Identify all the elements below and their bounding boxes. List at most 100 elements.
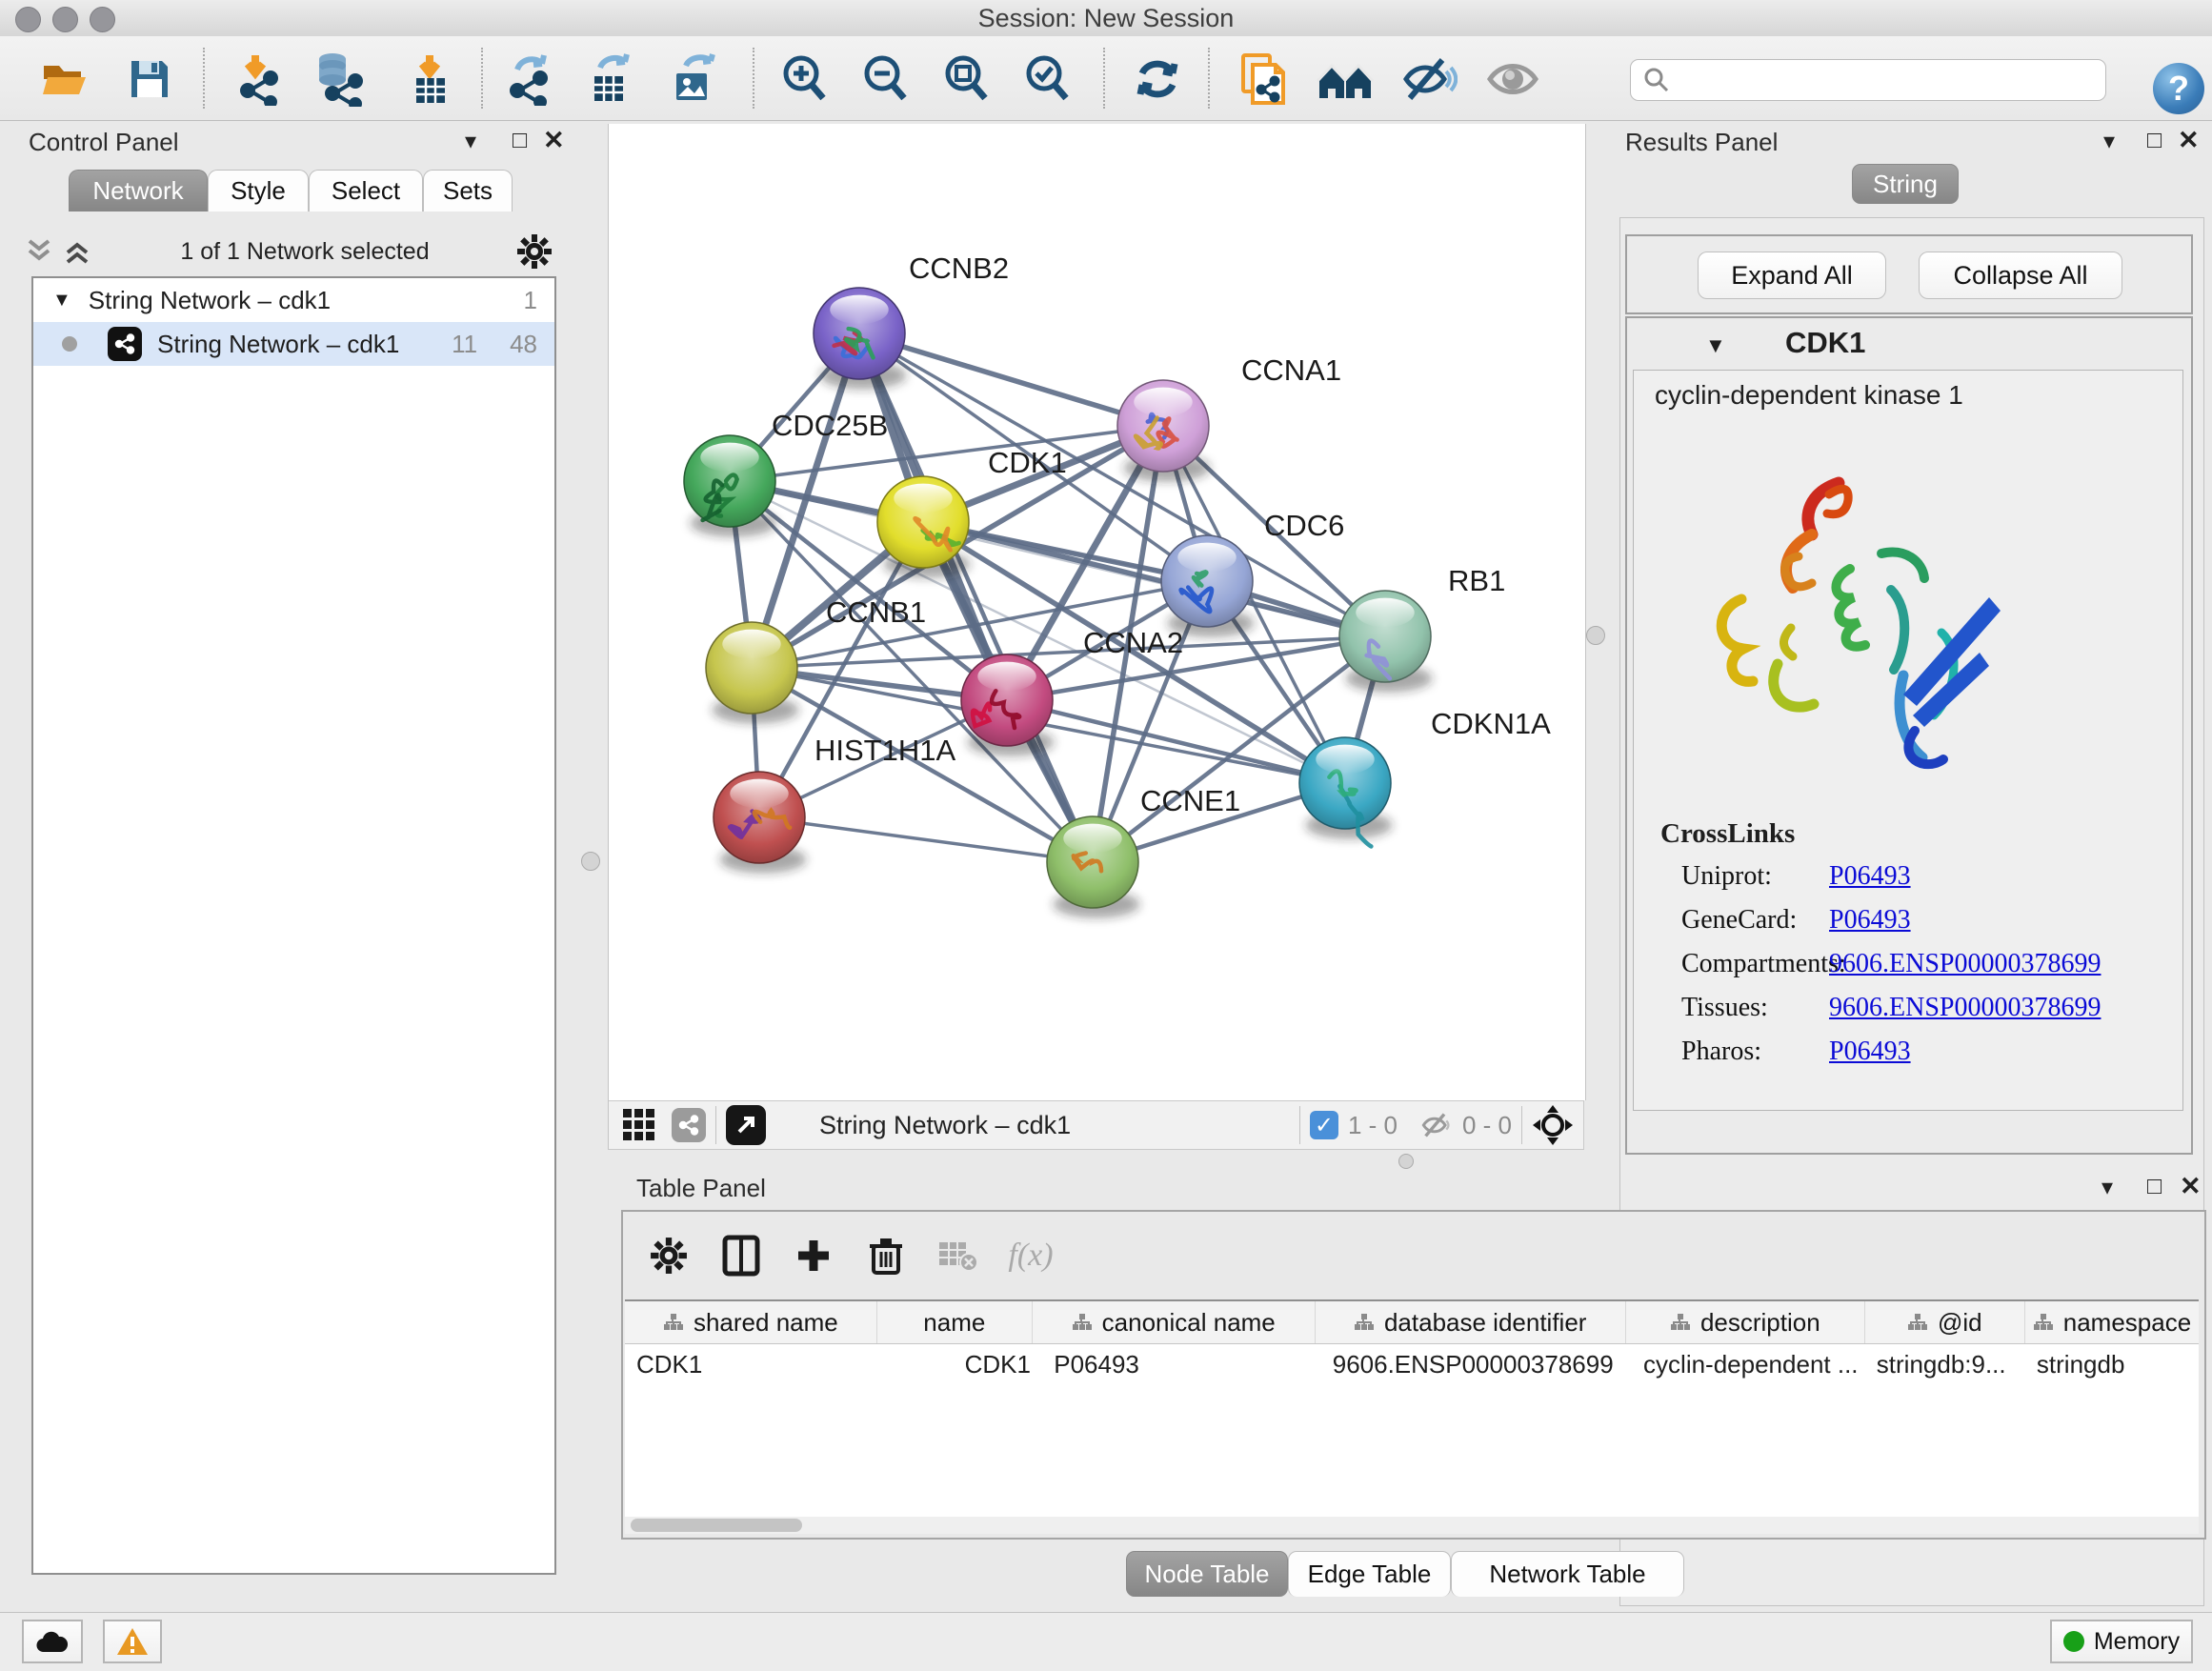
birdseye-view-icon[interactable] [672, 1108, 706, 1142]
cell-description[interactable]: cyclin-dependent ... [1626, 1344, 1865, 1384]
grid-view-icon[interactable] [620, 1106, 658, 1144]
network-collection-row[interactable]: ▼ String Network – cdk1 1 [33, 278, 554, 322]
panel-close-icon[interactable]: ✕ [543, 126, 565, 155]
network-graph[interactable]: CCNB2CCNA1CDC25BCDK1CDC6RB1CCNB1CCNA2CDK… [609, 124, 1585, 1100]
crosslink-link[interactable]: 9606.ENSP00000378699 [1829, 949, 2101, 979]
table-row[interactable]: CDK1 CDK1 P06493 9606.ENSP00000378699 cy… [625, 1344, 2199, 1384]
cell-id[interactable]: stringdb:9... [1865, 1344, 2025, 1384]
show-columns-button[interactable] [713, 1227, 770, 1284]
column-header[interactable]: shared name [625, 1301, 877, 1343]
node-label-CCNE1: CCNE1 [1140, 784, 1240, 817]
tab-node-table[interactable]: Node Table [1126, 1551, 1288, 1597]
tab-select[interactable]: Select [309, 170, 423, 211]
column-label: name [923, 1308, 985, 1338]
left-splitter-handle[interactable] [581, 852, 600, 871]
collapse-all-icon[interactable] [23, 237, 55, 266]
cell-database-identifier[interactable]: 9606.ENSP00000378699 [1316, 1344, 1626, 1384]
card-collapse-caret-icon[interactable]: ▼ [1705, 333, 1726, 358]
tab-sets[interactable]: Sets [423, 170, 513, 211]
table-settings-button[interactable] [640, 1227, 697, 1284]
cell-namespace[interactable]: stringdb [2025, 1344, 2199, 1384]
import-network-button[interactable] [229, 50, 290, 109]
clone-network-button[interactable] [1233, 50, 1294, 109]
network-row[interactable]: String Network – cdk1 11 48 [33, 322, 554, 366]
save-session-button[interactable] [119, 50, 180, 109]
expand-all-icon[interactable] [61, 237, 93, 266]
network-node-HIST1H1A[interactable]: HIST1H1A [714, 734, 955, 874]
right-splitter-handle[interactable] [1586, 626, 1605, 645]
panel-menu-caret-icon[interactable]: ▾ [2103, 128, 2115, 155]
network-node-CCNA1[interactable]: CCNA1 [1117, 353, 1341, 482]
column-header[interactable]: canonical name [1033, 1301, 1316, 1343]
column-header[interactable]: @id [1865, 1301, 2025, 1343]
collapse-all-button[interactable]: Collapse All [1919, 252, 2122, 299]
network-canvas[interactable]: CCNB2CCNA1CDC25BCDK1CDC6RB1CCNB1CCNA2CDK… [608, 124, 1586, 1100]
tab-string[interactable]: String [1852, 164, 1959, 204]
panel-float-icon[interactable]: □ [2147, 127, 2162, 154]
crosslink-link[interactable]: P06493 [1829, 905, 1911, 936]
show-hidden-button[interactable] [1482, 50, 1543, 109]
panel-float-icon[interactable]: □ [2147, 1173, 2162, 1200]
warnings-button[interactable] [103, 1620, 162, 1663]
export-table-button[interactable] [579, 50, 640, 109]
apply-layout-button[interactable] [1127, 50, 1188, 109]
column-header[interactable]: database identifier [1316, 1301, 1626, 1343]
bottom-splitter-handle[interactable] [1398, 1154, 1414, 1169]
import-table-button[interactable] [399, 50, 460, 109]
zoom-out-button[interactable] [855, 50, 916, 109]
column-header[interactable]: name [877, 1301, 1033, 1343]
column-header[interactable]: namespace [2025, 1301, 2199, 1343]
crosslink-link[interactable]: P06493 [1829, 861, 1911, 892]
fit-content-crosshair-icon[interactable] [1532, 1104, 1574, 1146]
cell-shared-name[interactable]: CDK1 [625, 1344, 877, 1384]
network-node-RB1[interactable]: RB1 [1339, 564, 1505, 693]
cell-canonical-name[interactable]: P06493 [1033, 1344, 1316, 1384]
trash-icon [868, 1235, 904, 1277]
table-container: f(x) shared name name canonical name [621, 1210, 2206, 1540]
selected-checkbox[interactable]: ✓ [1310, 1111, 1338, 1139]
panel-close-icon[interactable]: ✕ [2178, 126, 2200, 155]
zoom-selected-button[interactable] [1017, 50, 1078, 109]
network-node-CCNE1[interactable]: CCNE1 [1047, 784, 1240, 918]
zoom-fit-button[interactable] [936, 50, 997, 109]
function-builder-button[interactable]: f(x) [1002, 1227, 1059, 1284]
network-node-CDKN1A[interactable]: CDKN1A [1299, 707, 1551, 846]
crosslink-row: Pharos: P06493 [1681, 1037, 1911, 1067]
memory-status-dot [2063, 1631, 2084, 1652]
hide-selected-button[interactable] [1398, 50, 1459, 109]
tab-style[interactable]: Style [208, 170, 309, 211]
table-horizontal-scrollbar[interactable] [625, 1517, 2199, 1534]
help-button[interactable]: ? [2153, 63, 2204, 114]
cell-name[interactable]: CDK1 [877, 1344, 1034, 1384]
create-column-button[interactable] [785, 1227, 842, 1284]
import-database-button[interactable] [309, 50, 370, 109]
tree-caret-icon[interactable]: ▼ [52, 290, 71, 312]
tab-network[interactable]: Network [69, 170, 208, 211]
search-input[interactable] [1671, 66, 2105, 94]
column-header[interactable]: description [1626, 1301, 1865, 1343]
scrollbar-thumb[interactable] [631, 1519, 802, 1532]
column-type-icon [1354, 1313, 1375, 1332]
memory-button[interactable]: Memory [2050, 1620, 2193, 1663]
crosslink-link[interactable]: 9606.ENSP00000378699 [1829, 993, 2101, 1023]
delete-column-button[interactable] [857, 1227, 915, 1284]
control-panel: Control Panel ▾ □ ✕ Network Style Select… [0, 124, 581, 1610]
delete-table-button[interactable] [930, 1227, 987, 1284]
show-all-networks-button[interactable] [1315, 50, 1376, 109]
detach-view-button[interactable] [726, 1105, 766, 1145]
crosslink-link[interactable]: P06493 [1829, 1037, 1911, 1067]
gear-icon[interactable] [516, 233, 553, 270]
export-image-button[interactable] [663, 50, 724, 109]
panel-close-icon[interactable]: ✕ [2180, 1172, 2202, 1201]
panel-float-icon[interactable]: □ [513, 127, 527, 154]
zoom-in-button[interactable] [774, 50, 835, 109]
cloud-button[interactable] [22, 1620, 83, 1663]
tab-edge-table[interactable]: Edge Table [1288, 1551, 1451, 1597]
window-title: Session: New Session [0, 4, 2212, 33]
export-network-button[interactable] [498, 50, 559, 109]
panel-menu-caret-icon[interactable]: ▾ [465, 128, 476, 155]
panel-menu-caret-icon[interactable]: ▾ [2101, 1174, 2113, 1201]
open-session-button[interactable] [34, 50, 95, 109]
tab-network-table[interactable]: Network Table [1451, 1551, 1684, 1597]
expand-all-button[interactable]: Expand All [1698, 252, 1886, 299]
